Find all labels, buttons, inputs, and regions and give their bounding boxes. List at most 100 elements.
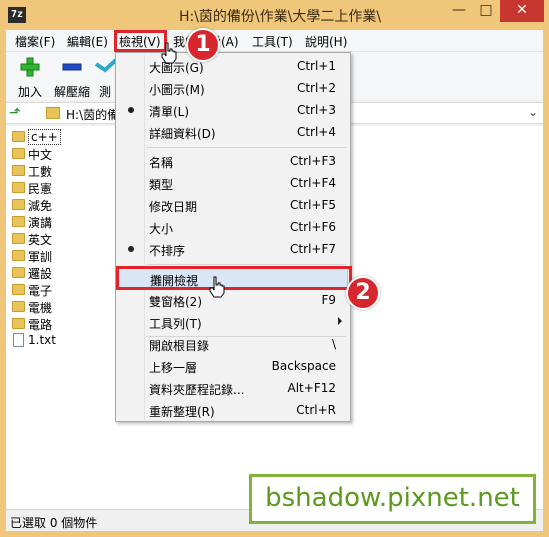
menu-separator xyxy=(146,147,346,148)
window-title: H:\茵的備份\作業\大學二上作業\ xyxy=(178,9,382,25)
extract-button[interactable]: 解壓縮 xyxy=(50,56,94,100)
menu-item-shortcut: Ctrl+F4 xyxy=(290,176,336,190)
folder-icon xyxy=(12,233,25,244)
menu-item-shortcut: Alt+F12 xyxy=(287,381,336,395)
file-name: 電機 xyxy=(28,301,53,315)
menu-item-shortcut: \ xyxy=(331,337,336,351)
menu-item-sort-type[interactable]: 類型 Ctrl+F4 xyxy=(118,172,348,194)
menu-item-label: 類型 xyxy=(149,178,174,192)
submenu-arrow-icon xyxy=(338,317,342,325)
watermark-box: bshadow.pixnet.net xyxy=(249,474,536,524)
step-2-badge: 2 xyxy=(346,276,380,310)
menu-item-label: 修改日期 xyxy=(149,200,198,214)
menu-item-open-root[interactable]: 開啟根目錄 \ xyxy=(118,333,348,355)
menu-item-sort-size[interactable]: 大小 Ctrl+F6 xyxy=(118,216,348,238)
radio-bullet-icon xyxy=(128,107,134,113)
menu-item-large-icons[interactable]: 大圖示(G) Ctrl+1 xyxy=(118,55,348,77)
folder-icon xyxy=(12,182,25,193)
folder-icon xyxy=(12,165,25,176)
menu-item-sort-date[interactable]: 修改日期 Ctrl+F5 xyxy=(118,194,348,216)
menu-item-shortcut: Ctrl+4 xyxy=(296,125,336,139)
menu-item-unsorted[interactable]: 不排序 Ctrl+F7 xyxy=(118,238,348,260)
folder-icon xyxy=(12,199,25,210)
menu-item-shortcut: Ctrl+F5 xyxy=(290,198,336,212)
menu-item-label: 大小 xyxy=(149,222,174,236)
file-name: 民憲 xyxy=(28,182,53,196)
add-label: 加入 xyxy=(17,85,42,99)
add-button[interactable]: 加入 xyxy=(8,56,52,100)
file-name: 軍訓 xyxy=(28,250,53,264)
7zip-app-icon: 7z xyxy=(8,7,26,23)
file-name: 電路 xyxy=(28,318,53,332)
menu-item-sort-name[interactable]: 名稱 Ctrl+F3 xyxy=(118,150,348,172)
minimize-button[interactable]: — xyxy=(446,0,472,22)
menu-item-shortcut: Backspace xyxy=(271,359,336,373)
menu-item-label: 清單(L) xyxy=(149,105,190,119)
menu-item-list[interactable]: 清單(L) Ctrl+3 xyxy=(118,99,348,121)
close-button[interactable]: ✕ xyxy=(500,0,544,22)
file-name: 電子 xyxy=(28,284,53,298)
menu-item-shortcut: Ctrl+3 xyxy=(296,103,336,117)
folder-icon xyxy=(12,250,25,261)
title-bar[interactable]: 7z H:\茵的備份\作業\大學二上作業\ — □ ✕ xyxy=(0,0,549,30)
menu-item-shortcut: Ctrl+F6 xyxy=(290,220,336,234)
menu-item-shortcut: Ctrl+R xyxy=(296,403,336,417)
menu-item-details[interactable]: 詳細資料(D) Ctrl+4 xyxy=(118,121,348,143)
menu-item-shortcut: Ctrl+2 xyxy=(296,81,336,95)
hand-cursor-icon xyxy=(209,276,225,298)
menu-item-label: 名稱 xyxy=(149,156,174,170)
menu-file[interactable]: 檔案(F) xyxy=(15,33,55,50)
file-name: 英文 xyxy=(28,233,53,247)
file-name: 中文 xyxy=(28,148,53,162)
view-menu-dropdown: 大圖示(G) Ctrl+1 小圖示(M) Ctrl+2 清單(L) Ctrl+3… xyxy=(115,52,351,422)
menu-help[interactable]: 說明(H) xyxy=(305,33,347,50)
menu-item-label: 雙窗格(2) xyxy=(149,295,202,309)
folder-icon xyxy=(46,107,60,119)
menu-item-label: 上移一層 xyxy=(149,361,198,375)
menu-bar: 檔案(F) 編輯(E) 檢視(V) 我的最愛(A) 工具(T) 說明(H) xyxy=(6,30,543,52)
menu-item-label: 開啟根目錄 xyxy=(149,339,210,353)
check-icon xyxy=(94,58,118,73)
step-1-badge: 1 xyxy=(186,28,220,62)
text-file-icon xyxy=(13,333,24,347)
file-name: 1.txt xyxy=(28,333,56,347)
menu-item-label: 工具列(T) xyxy=(149,317,202,331)
hand-cursor-icon xyxy=(161,42,177,64)
menu-item-label: 小圖示(M) xyxy=(149,83,205,97)
radio-bullet-icon xyxy=(128,246,134,252)
file-name: 演講 xyxy=(28,216,53,230)
menu-item-up-one-level[interactable]: 上移一層 Backspace xyxy=(118,355,348,377)
menu-item-toolbars[interactable]: 工具列(T) xyxy=(118,311,348,333)
file-name: 工數 xyxy=(28,165,53,179)
menu-separator xyxy=(146,264,346,265)
menu-item-shortcut: Ctrl+1 xyxy=(296,59,336,73)
menu-item-shortcut: F9 xyxy=(321,293,336,307)
maximize-button[interactable]: □ xyxy=(473,0,499,22)
folder-icon xyxy=(12,284,25,295)
menu-item-label: 重新整理(R) xyxy=(149,405,215,419)
watermark-text: bshadow.pixnet.net xyxy=(265,483,520,513)
chevron-down-icon[interactable]: ⌄ xyxy=(528,105,538,119)
folder-icon xyxy=(12,318,25,329)
up-folder-icon[interactable]: ⬏ xyxy=(9,105,21,121)
menu-item-refresh[interactable]: 重新整理(R) Ctrl+R xyxy=(118,399,348,421)
menu-item-label: 不排序 xyxy=(149,244,186,258)
folder-icon xyxy=(12,148,25,159)
menu-item-shortcut: Ctrl+F3 xyxy=(290,154,336,168)
menu-item-shortcut: Ctrl+F7 xyxy=(290,242,336,256)
menu-edit[interactable]: 編輯(E) xyxy=(67,33,108,50)
file-name: 邏設 xyxy=(28,267,53,281)
flat-view-highlight-box xyxy=(116,266,352,290)
extract-label: 解壓縮 xyxy=(53,85,90,99)
app-window: 7z H:\茵的備份\作業\大學二上作業\ — □ ✕ 檔案(F) 編輯(E) … xyxy=(0,0,549,537)
menu-item-label: 資料夾歷程記錄... xyxy=(149,383,245,397)
folder-icon xyxy=(12,301,25,312)
menu-item-folder-history[interactable]: 資料夾歷程記錄... Alt+F12 xyxy=(118,377,348,399)
menu-item-two-panels[interactable]: 雙窗格(2) F9 xyxy=(118,289,348,311)
menu-tools[interactable]: 工具(T) xyxy=(252,33,293,50)
menu-item-small-icons[interactable]: 小圖示(M) Ctrl+2 xyxy=(118,77,348,99)
folder-icon xyxy=(12,216,25,227)
file-name: c++ xyxy=(28,129,61,145)
status-text: 已選取 0 個物件 xyxy=(10,516,98,530)
folder-icon xyxy=(12,267,25,278)
